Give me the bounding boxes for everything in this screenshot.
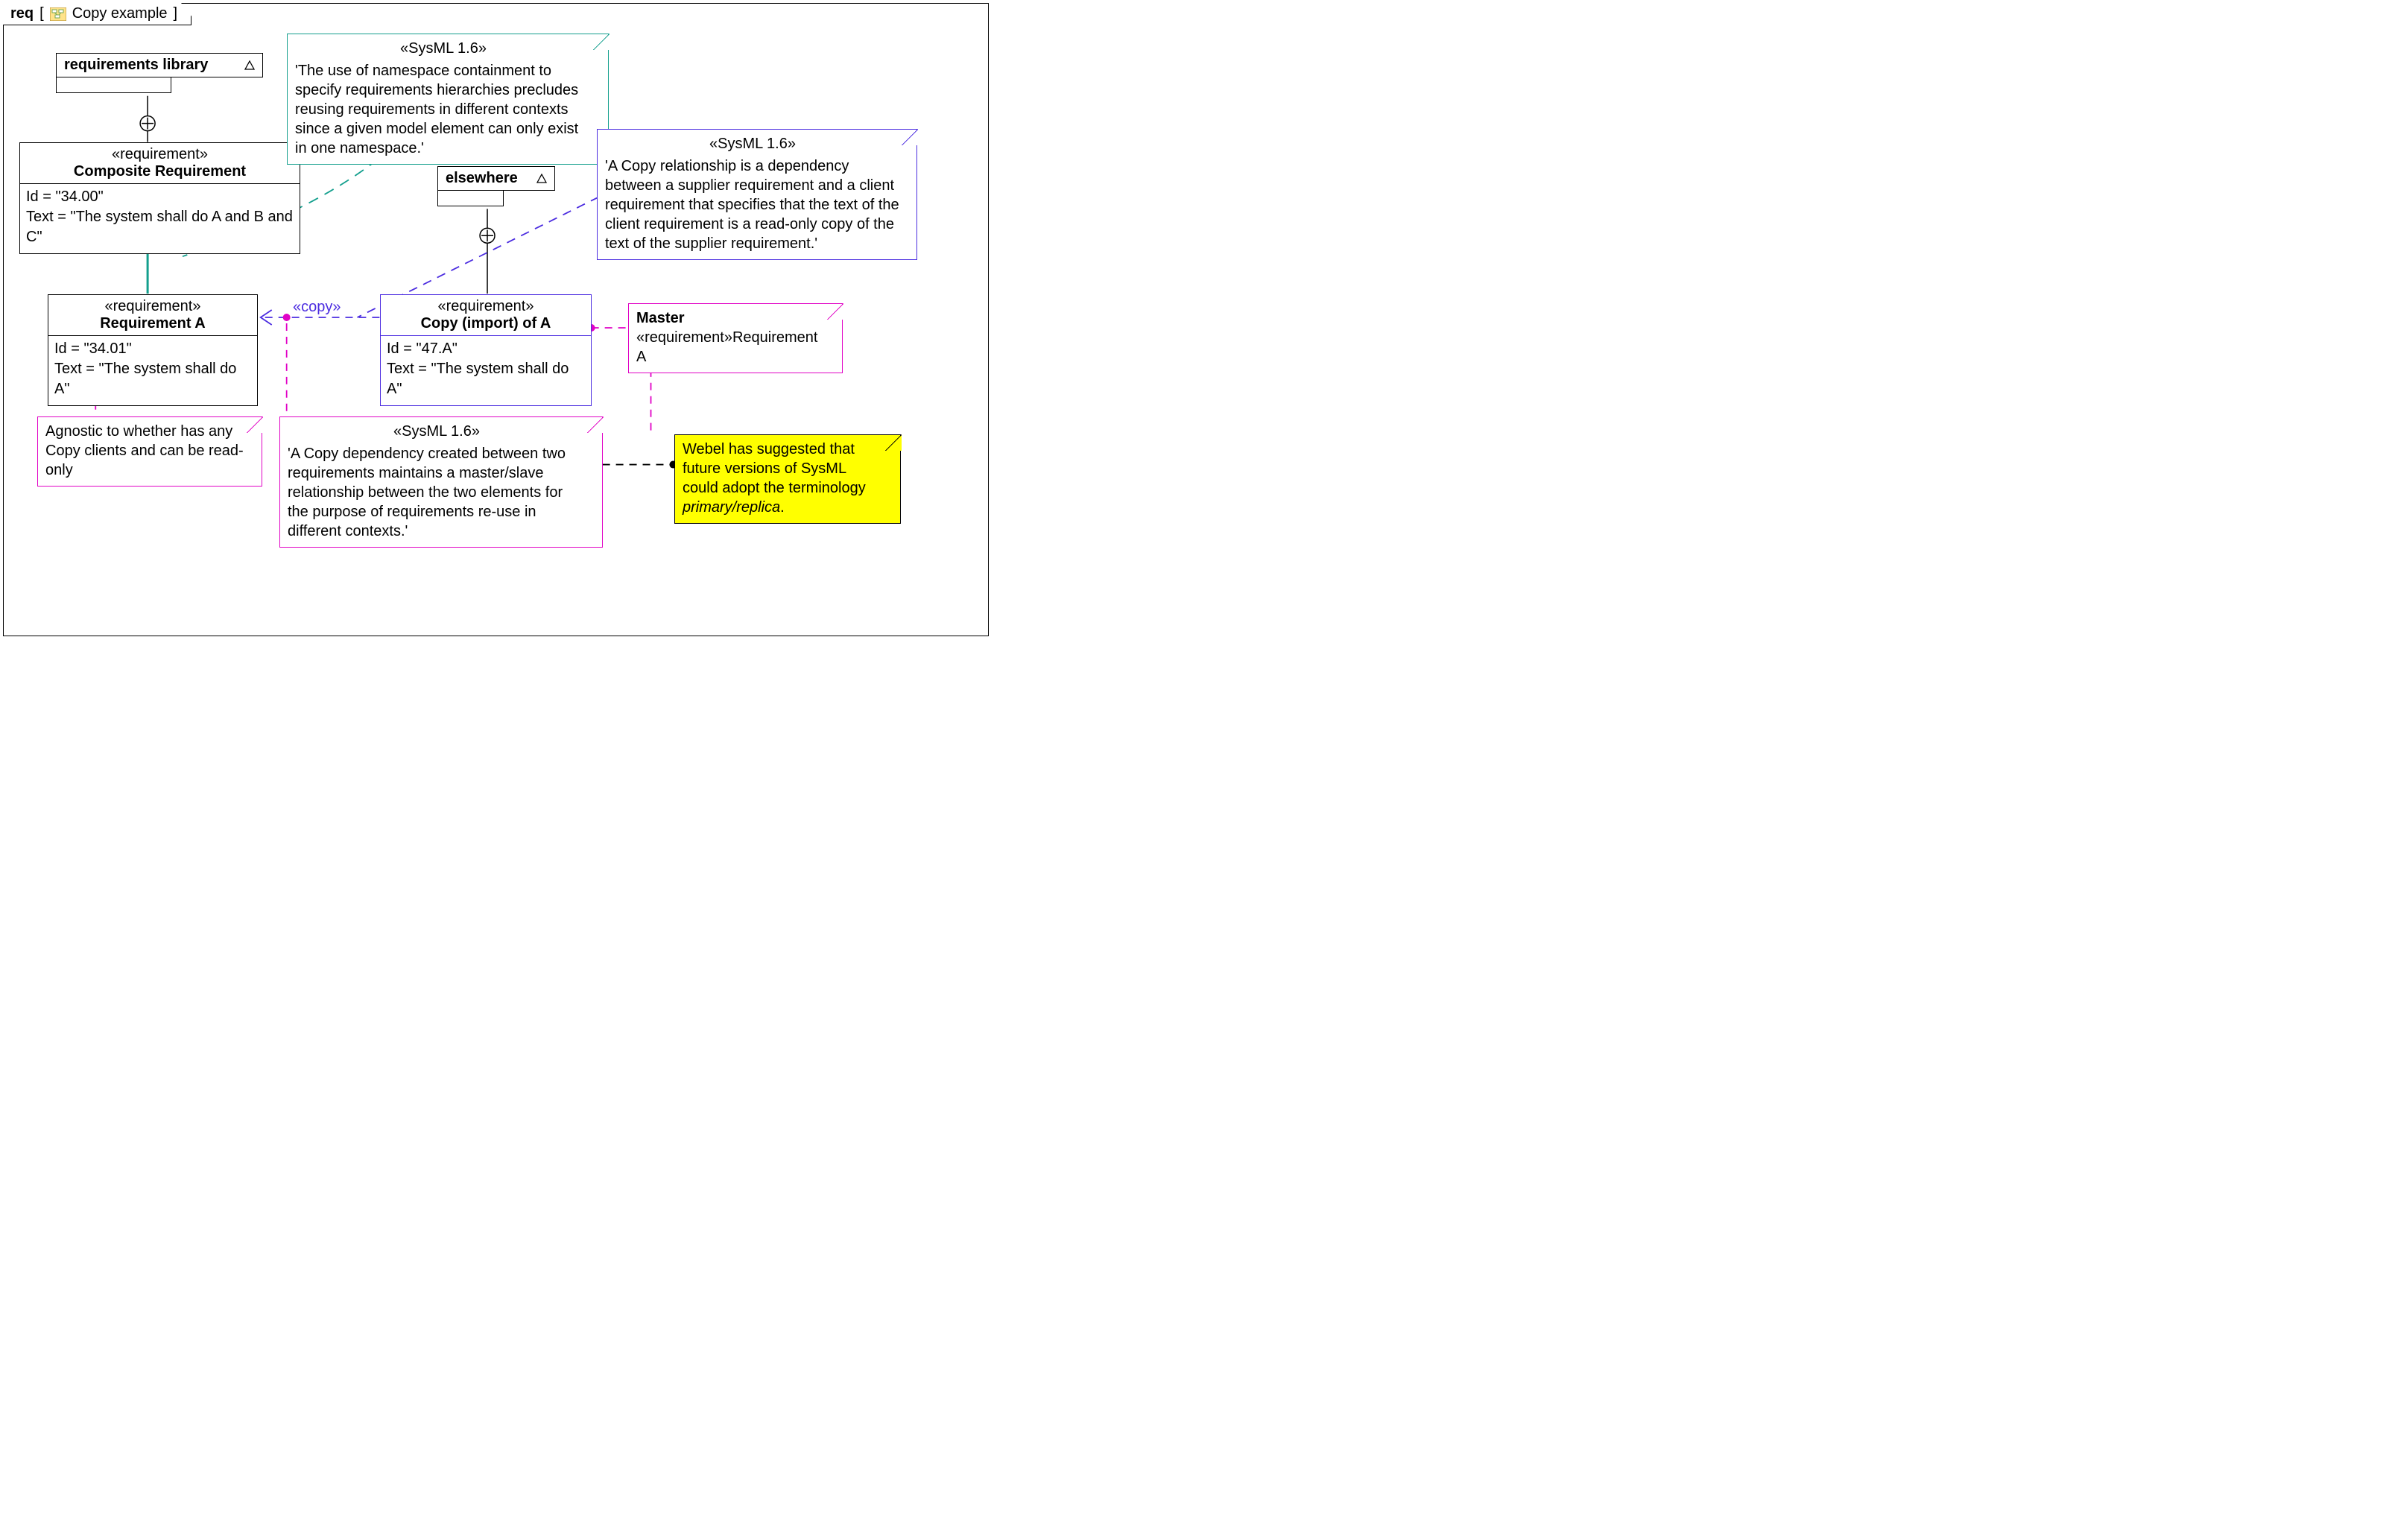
note-stereo: «SysML 1.6» (288, 422, 586, 441)
frame-kind: req (10, 5, 34, 22)
req-name: Composite Requirement (26, 163, 294, 180)
requirement-copy-of-a: «requirement» Copy (import) of A Id = "4… (380, 294, 592, 406)
package-elsewhere-name: elsewhere (446, 170, 518, 187)
note-body-pre: Webel has suggested that future versions… (683, 441, 866, 496)
req-id: Id = "34.01" (54, 339, 251, 359)
frame-title: Copy example (72, 5, 168, 22)
note-body-italic: primary/replica (683, 499, 780, 516)
note-master-title: Master (636, 310, 684, 326)
req-name: Requirement A (54, 315, 251, 332)
package-requirements-library: requirements library (56, 53, 263, 93)
note-master-stereo: «requirement» (636, 329, 732, 346)
stereo: «requirement» (387, 298, 585, 315)
stereo: «requirement» (54, 298, 251, 315)
note-copy-definition: «SysML 1.6» 'A Copy relationship is a de… (597, 129, 917, 260)
note-body: 'A Copy dependency created between two r… (288, 444, 586, 541)
req-name: Copy (import) of A (387, 315, 585, 332)
note-namespace-containment: «SysML 1.6» 'The use of namespace contai… (287, 34, 609, 165)
req-text: Text = "The system shall do A" (54, 359, 251, 399)
note-agnostic: Agnostic to whether has any Copy clients… (37, 416, 262, 487)
req-text: Text = "The system shall do A" (387, 359, 585, 399)
diagram-frame: req [ Copy example ] requirements librar… (3, 3, 989, 636)
frame-bracket-close: ] (174, 5, 178, 22)
package-elsewhere: elsewhere (437, 166, 555, 206)
note-master-slave: «SysML 1.6» 'A Copy dependency created b… (279, 416, 603, 548)
req-id: Id = "34.00" (26, 187, 294, 207)
note-master: Master «requirement»Requirement A (628, 303, 843, 373)
diagram-icon (50, 7, 66, 21)
note-body: 'The use of namespace containment to spe… (295, 61, 592, 158)
package-lib-name: requirements library (64, 57, 208, 74)
note-stereo: «SysML 1.6» (605, 134, 900, 153)
note-body-post: . (780, 499, 785, 516)
note-webel-suggestion: Webel has suggested that future versions… (674, 434, 901, 524)
stereo: «requirement» (26, 146, 294, 163)
note-body: Agnostic to whether has any Copy clients… (45, 422, 245, 480)
frame-bracket-open: [ (39, 5, 44, 22)
triangle-icon (536, 174, 547, 184)
note-body: 'A Copy relationship is a dependency bet… (605, 156, 900, 253)
req-id: Id = "47.A" (387, 339, 585, 359)
requirement-a: «requirement» Requirement A Id = "34.01"… (48, 294, 258, 406)
requirement-composite: «requirement» Composite Requirement Id =… (19, 142, 300, 254)
copy-relationship-label: «copy» (293, 299, 341, 316)
frame-tab: req [ Copy example ] (3, 3, 191, 25)
triangle-icon (244, 60, 255, 71)
req-text: Text = "The system shall do A and B and … (26, 207, 294, 247)
note-stereo: «SysML 1.6» (295, 39, 592, 58)
